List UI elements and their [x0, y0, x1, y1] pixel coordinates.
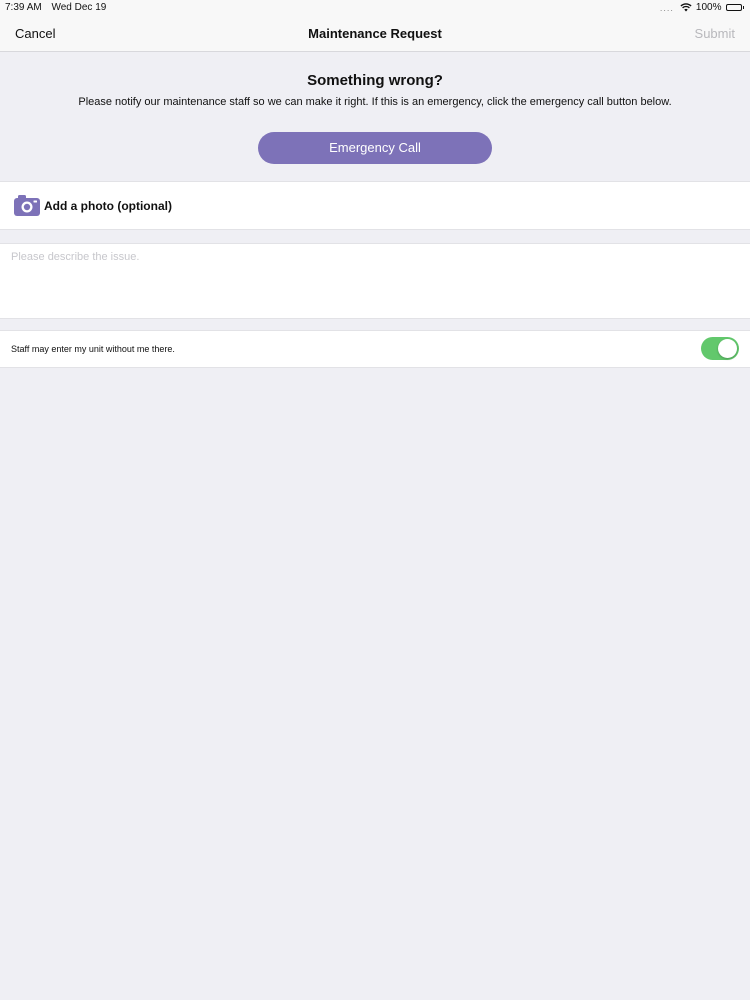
issue-description-input[interactable] [0, 244, 750, 318]
toggle-knob [718, 339, 737, 358]
intro-text: Please notify our maintenance staff so w… [78, 96, 672, 108]
description-container [0, 243, 750, 319]
entry-permission-label: Staff may enter my unit without me there… [11, 344, 175, 354]
status-date: Wed Dec 19 [51, 2, 107, 13]
battery-icon [725, 4, 744, 11]
add-photo-label: Add a photo (optional) [44, 199, 172, 213]
wifi-icon [680, 3, 692, 12]
status-bar: 7:39 AM Wed Dec 19 .... 100% [0, 0, 750, 16]
emergency-call-button[interactable]: Emergency Call [258, 132, 492, 164]
signal-icon: .... [659, 2, 674, 13]
entry-permission-row: Staff may enter my unit without me there… [0, 330, 750, 368]
status-right: .... 100% [660, 2, 744, 13]
status-time: 7:39 AM [5, 2, 42, 13]
entry-permission-toggle[interactable] [701, 337, 739, 360]
navigation-bar: Cancel Maintenance Request Submit [0, 16, 750, 52]
battery-percent: 100% [695, 2, 722, 13]
page-title: Maintenance Request [308, 26, 442, 41]
status-left: 7:39 AM Wed Dec 19 [5, 2, 113, 13]
add-photo-row[interactable]: Add a photo (optional) [0, 181, 750, 230]
submit-button[interactable]: Submit [695, 26, 735, 41]
intro-heading: Something wrong? [307, 72, 443, 89]
camera-icon [14, 194, 40, 221]
